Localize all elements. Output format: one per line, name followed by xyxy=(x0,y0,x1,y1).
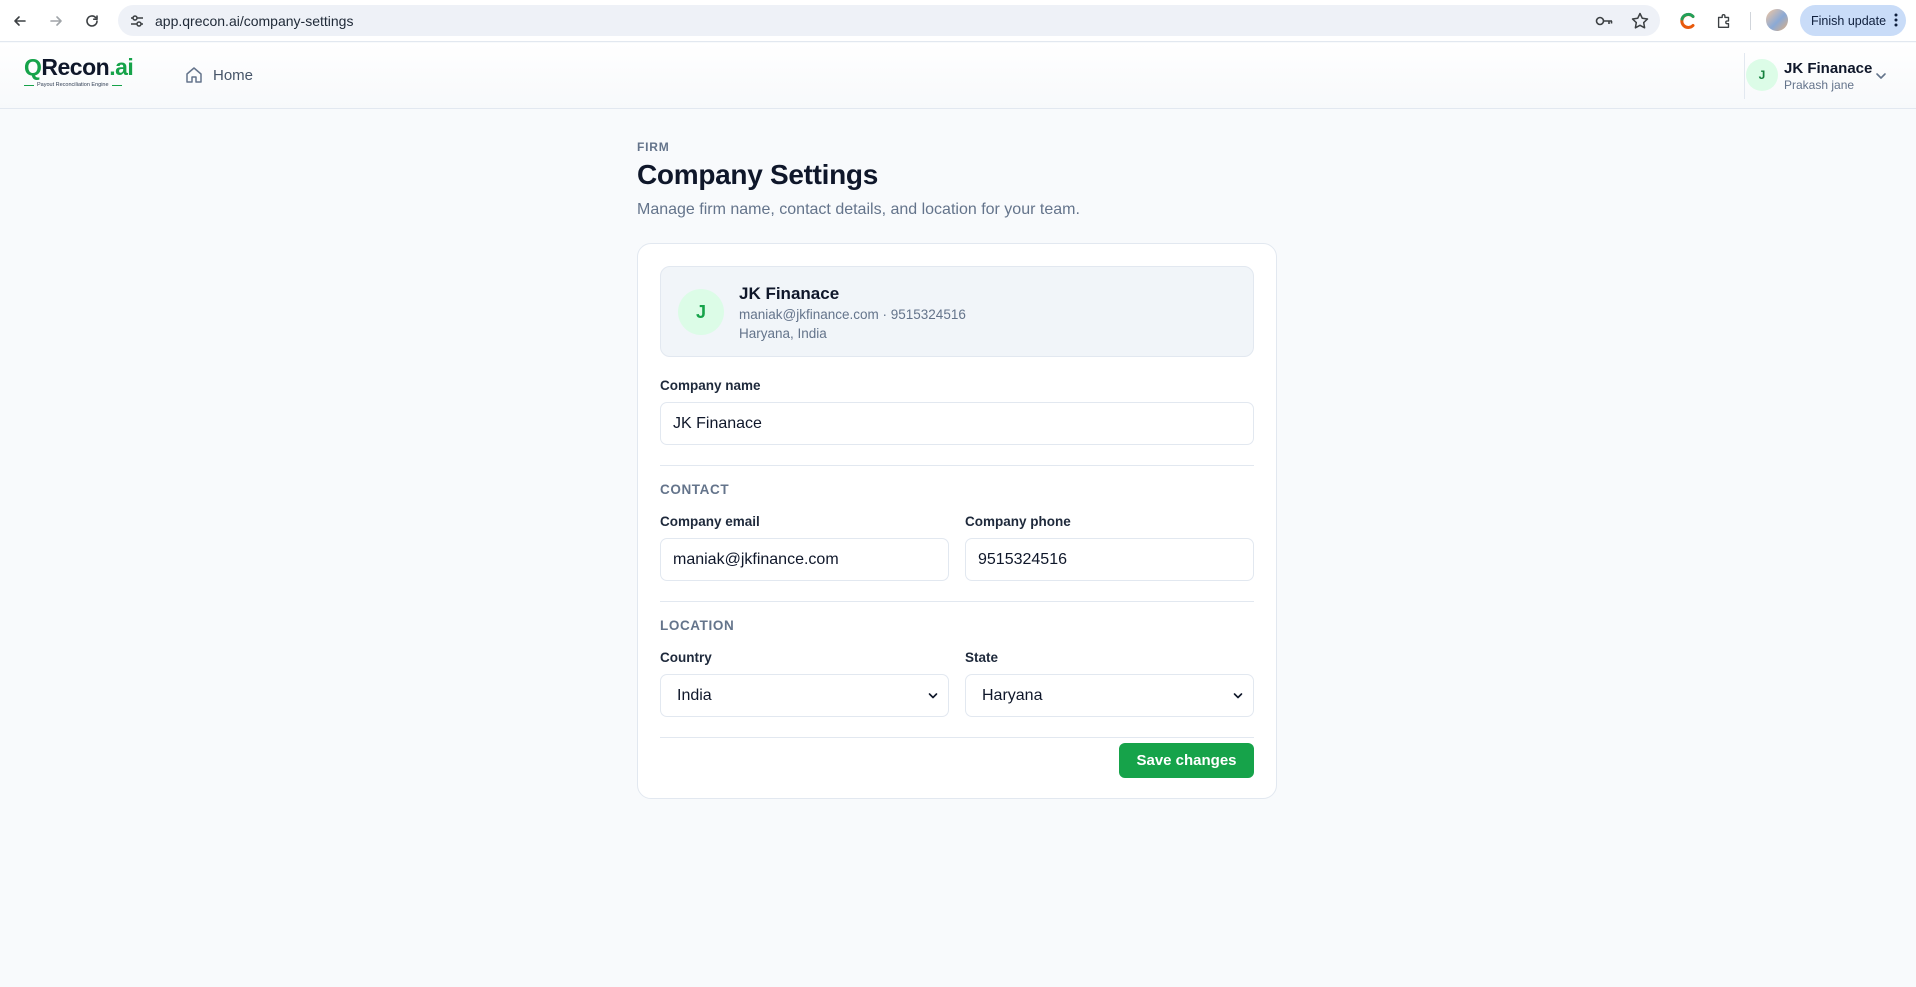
user-avatar[interactable]: J xyxy=(1746,59,1778,91)
home-icon xyxy=(186,67,202,83)
address-bar[interactable]: app.qrecon.ai/company-settings xyxy=(118,5,1660,36)
company-name-input[interactable] xyxy=(660,402,1254,445)
app-header: QRecon.ai Payout Reconciliation Engine H… xyxy=(0,43,1916,109)
company-email-input[interactable] xyxy=(660,538,949,581)
finish-update-button[interactable]: Finish update xyxy=(1800,5,1906,36)
contact-section-label: CONTACT xyxy=(660,482,730,497)
extension-c-icon[interactable] xyxy=(1676,9,1700,33)
country-value: India xyxy=(677,686,712,704)
summary-company-name: JK Finanace xyxy=(739,284,840,303)
logo-tagline: Payout Reconciliation Engine xyxy=(37,82,109,88)
summary-location: Haryana, India xyxy=(739,326,827,341)
location-section-label: LOCATION xyxy=(660,618,735,633)
user-subtitle: Prakash jane xyxy=(1784,78,1855,92)
forward-icon[interactable] xyxy=(45,10,67,32)
divider xyxy=(660,465,1254,466)
state-select[interactable]: Haryana xyxy=(965,674,1254,717)
logo-main: Recon xyxy=(41,54,110,80)
logo-q: Q xyxy=(24,54,42,80)
user-name[interactable]: JK Finanace xyxy=(1784,60,1872,77)
qrecon-logo[interactable]: QRecon.ai Payout Reconciliation Engine xyxy=(24,53,146,93)
extensions-puzzle-icon[interactable] xyxy=(1712,9,1736,33)
state-value: Haryana xyxy=(982,686,1043,704)
bookmark-star-icon[interactable] xyxy=(1630,11,1650,31)
nav-home-label: Home xyxy=(213,66,254,84)
chevron-down-icon[interactable] xyxy=(1874,69,1888,83)
password-key-icon[interactable] xyxy=(1594,12,1614,30)
country-select[interactable]: India xyxy=(660,674,949,717)
back-icon[interactable] xyxy=(9,10,31,32)
company-avatar: J xyxy=(678,289,724,335)
url-text[interactable]: app.qrecon.ai/company-settings xyxy=(155,13,353,29)
company-name-label: Company name xyxy=(660,378,761,393)
state-label: State xyxy=(965,650,999,665)
nav-home-link[interactable]: Home xyxy=(184,65,253,85)
save-changes-button[interactable]: Save changes xyxy=(1119,743,1254,778)
company-phone-input[interactable] xyxy=(965,538,1254,581)
page-eyebrow: FIRM xyxy=(637,140,670,154)
company-summary: J JK Finanace maniak@jkfinance.com · 951… xyxy=(660,266,1254,357)
site-settings-icon[interactable] xyxy=(128,12,146,30)
country-label: Country xyxy=(660,650,712,665)
toolbar-divider xyxy=(1750,12,1751,30)
divider xyxy=(660,601,1254,602)
page-title: Company Settings xyxy=(637,159,879,190)
browser-toolbar: app.qrecon.ai/company-settings Finish up… xyxy=(0,0,1916,42)
company-settings-card: J JK Finanace maniak@jkfinance.com · 951… xyxy=(637,243,1277,799)
browser-profile-avatar[interactable] xyxy=(1766,9,1788,31)
more-menu-icon[interactable] xyxy=(1894,13,1898,27)
summary-contact: maniak@jkfinance.com · 9515324516 xyxy=(739,307,966,322)
chevron-down-icon xyxy=(1233,693,1243,699)
company-email-label: Company email xyxy=(660,514,760,529)
divider xyxy=(660,737,1254,738)
page-description: Manage firm name, contact details, and l… xyxy=(637,201,1080,218)
reload-icon[interactable] xyxy=(81,10,103,32)
chevron-down-icon xyxy=(928,693,938,699)
logo-ai: .ai xyxy=(109,54,134,80)
company-phone-label: Company phone xyxy=(965,514,1071,529)
finish-update-label: Finish update xyxy=(1811,13,1887,28)
